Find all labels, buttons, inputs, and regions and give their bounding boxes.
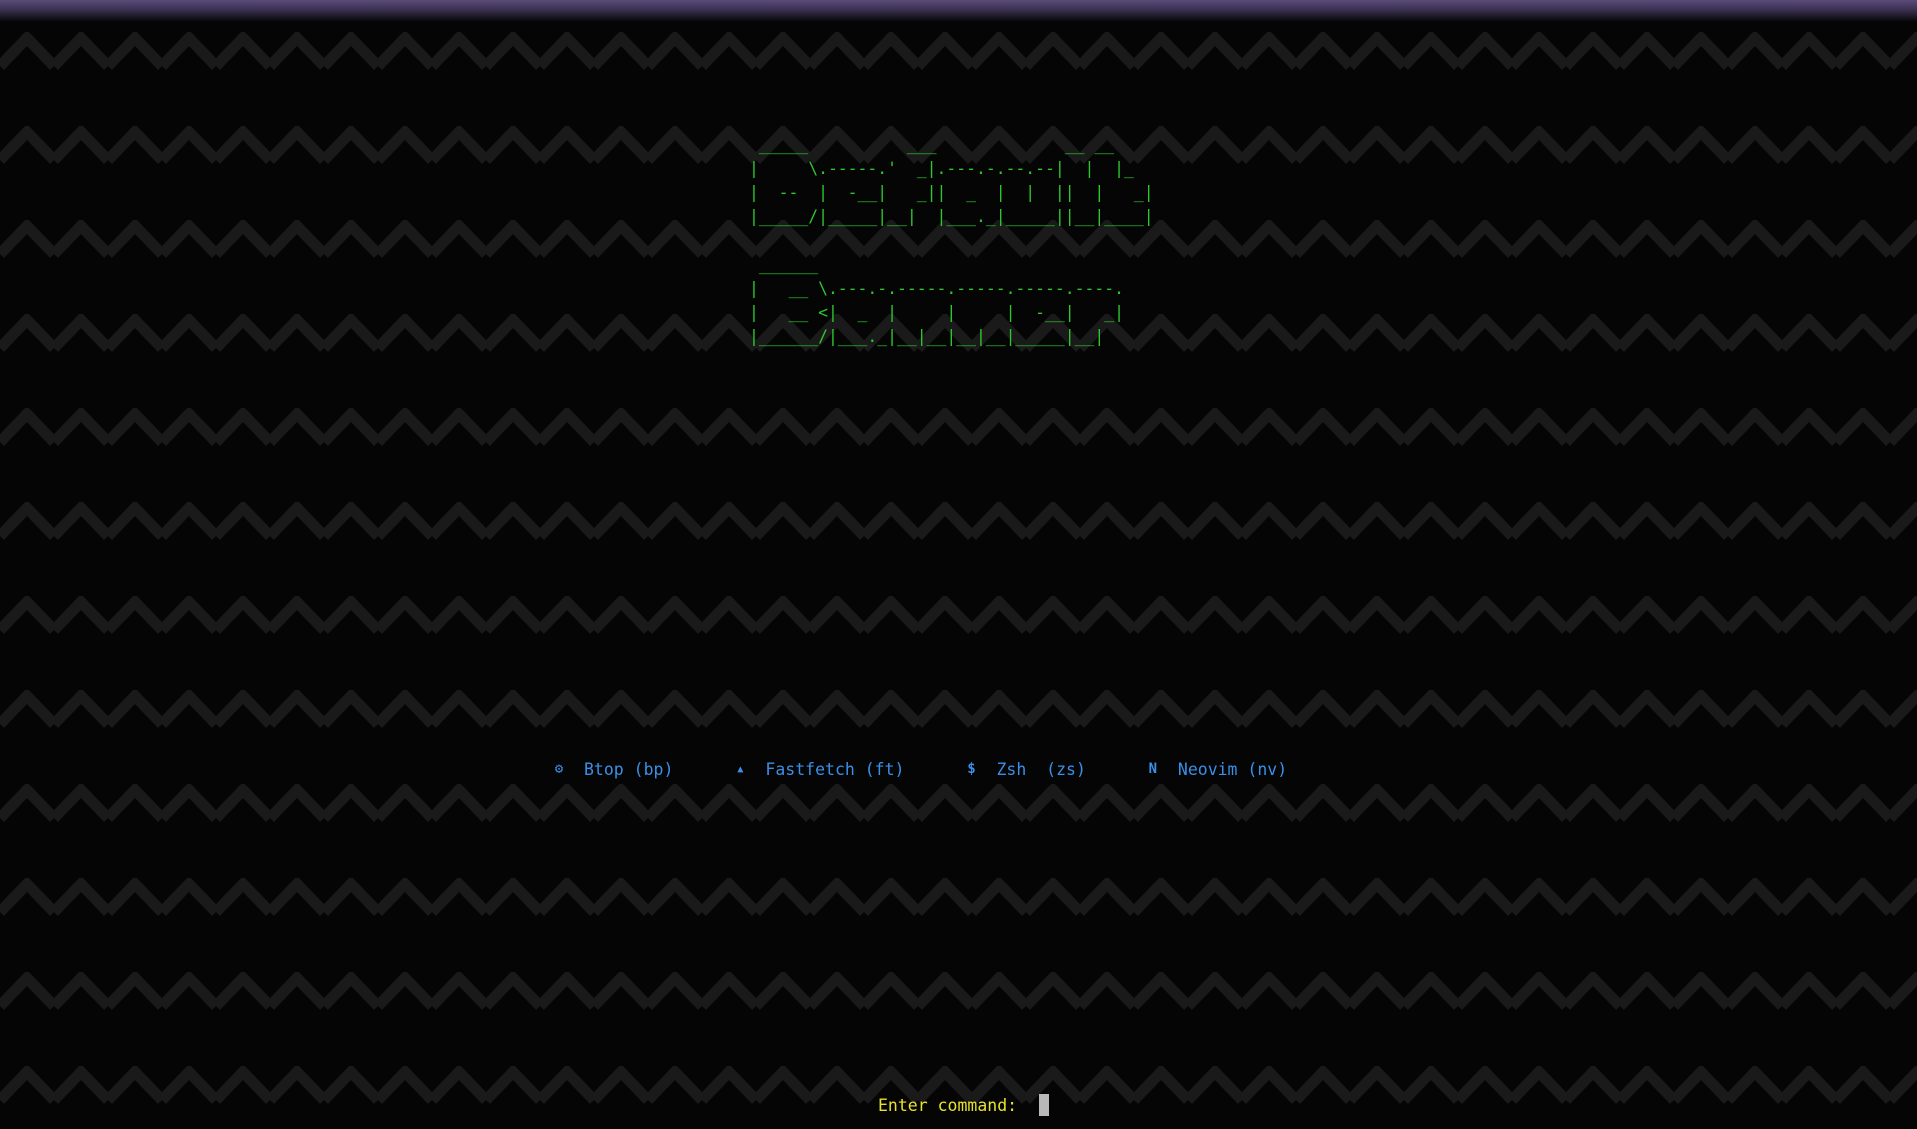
gear-icon: ⚙ [554, 761, 564, 777]
neovim-icon: N [1148, 761, 1158, 777]
menu-item-label: Neovim (nv) [1177, 759, 1288, 779]
menu-item-zsh[interactable]: $ Zsh (zs) [962, 759, 1086, 779]
menu-item-neovim[interactable]: N Neovim (nv) [1144, 759, 1288, 779]
menu-item-label: Fastfetch (ft) [765, 759, 905, 779]
text-cursor[interactable] [1039, 1094, 1050, 1116]
ascii-banner-deafult: _____ ___ __ __ | \.-----.' _|.---.-.--.… [749, 135, 1154, 226]
menu-item-btop[interactable]: ⚙ Btop (bp) [550, 759, 674, 779]
launcher-menu: ⚙ Btop (bp) ▲ Fastfetch (ft) $ Zsh (zs) … [550, 756, 1287, 782]
command-prompt[interactable]: Enter command: [878, 1094, 1050, 1116]
menu-item-fastfetch[interactable]: ▲ Fastfetch (ft) [731, 760, 904, 779]
ascii-banner-banner: ______ | __ \.---.-.-----.-----.-----.--… [749, 255, 1124, 346]
arch-icon: ▲ [737, 763, 744, 775]
prompt-label: Enter command: [878, 1095, 1028, 1115]
window-title-bar [0, 0, 1917, 22]
dollar-icon: $ [967, 761, 976, 777]
menu-item-label: Zsh (zs) [996, 759, 1086, 779]
menu-item-label: Btop (bp) [584, 759, 674, 779]
